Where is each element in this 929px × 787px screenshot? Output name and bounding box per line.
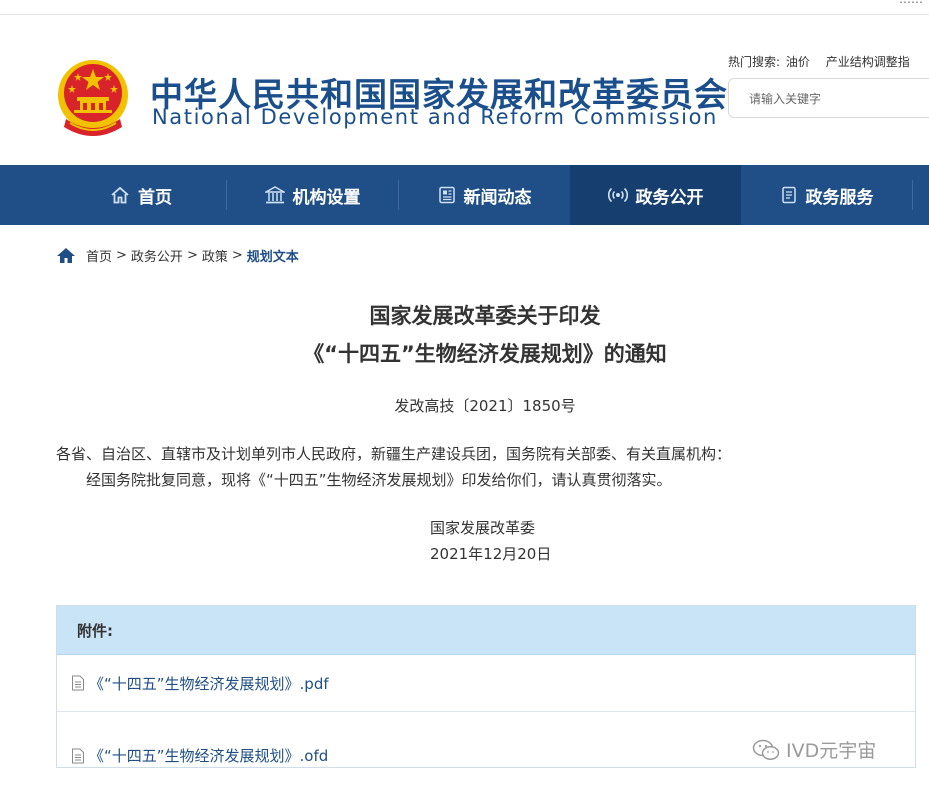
article-signer: 国家发展改革委 <box>430 519 536 537</box>
newspaper-icon <box>438 186 455 204</box>
file-icon <box>72 675 84 691</box>
attachment-ofd-link[interactable]: 《“十四五”生物经济发展规划》.ofd <box>89 745 328 766</box>
article-date: 2021年12月20日 <box>430 545 552 563</box>
nav-item-label: 政务公开 <box>635 187 704 208</box>
article-title-line1: 国家发展改革委关于印发 <box>369 304 601 328</box>
nav-divider <box>912 180 913 210</box>
breadcrumb: 首页 > 政务公开 > 政策 > 规划文本 <box>56 246 299 265</box>
breadcrumb-current[interactable]: 规划文本 <box>247 246 299 265</box>
nav-item-news[interactable]: 新闻动态 <box>399 165 570 225</box>
breadcrumb-link-government-affairs[interactable]: 政务公开 <box>131 246 183 265</box>
article-title-line2: 《“十四五”生物经济发展规划》的通知 <box>303 342 667 366</box>
nav-item-label: 首页 <box>138 187 172 208</box>
home-icon[interactable] <box>56 247 76 264</box>
file-icon <box>72 748 84 763</box>
hot-search: 热门搜索: 油价 产业结构调整指 <box>728 53 929 70</box>
article-body: 经国务院批复同意，现将《“十四五”生物经济发展规划》印发给你们，请认真贯彻落实。 <box>86 471 672 489</box>
watermark-text: IVD元宇宙 <box>786 740 877 762</box>
nav-item-label: 政务服务 <box>805 187 874 208</box>
home-outline-icon <box>111 186 129 204</box>
wechat-icon <box>752 739 780 760</box>
broadcast-icon <box>607 187 628 203</box>
nav-item-label: 机构设置 <box>292 187 361 208</box>
hot-keyword-link[interactable]: 油价 <box>786 55 810 69</box>
hot-keyword-link[interactable]: 产业结构调整指 <box>826 55 910 69</box>
site-title-english: National Development and Reform Commissi… <box>152 105 718 129</box>
nav-item-label: 新闻动态 <box>463 187 532 208</box>
main-nav: 首页 机构设置 新闻动态 政务公开 政务服务 <box>0 165 929 225</box>
national-emblem-icon <box>56 57 130 139</box>
top-divider <box>0 14 929 15</box>
document-number: 发改高技〔2021〕1850号 <box>394 397 576 415</box>
attachment-pdf-link[interactable]: 《“十四五”生物经济发展规划》.pdf <box>89 673 329 694</box>
attachment-row: 《“十四五”生物经济发展规划》.pdf <box>57 655 915 712</box>
nav-item-services[interactable]: 政务服务 <box>741 165 912 225</box>
breadcrumb-separator: > <box>116 248 127 263</box>
nav-item-home[interactable]: 首页 <box>56 165 226 225</box>
hot-search-label: 热门搜索: <box>728 55 781 69</box>
article-addressees: 各省、自治区、直辖市及计划单列市人民政府，新疆生产建设兵团，国务院有关部委、有关… <box>56 445 732 463</box>
breadcrumb-link-policy[interactable]: 政策 <box>202 246 228 265</box>
search-input[interactable] <box>729 79 929 119</box>
watermark: IVD元宇宙 <box>752 736 876 763</box>
attachments-heading: 附件: <box>57 606 915 655</box>
search-box <box>728 78 929 119</box>
breadcrumb-separator: > <box>231 248 243 263</box>
nav-item-organization[interactable]: 机构设置 <box>227 165 398 225</box>
breadcrumb-link-home[interactable]: 首页 <box>86 246 112 265</box>
top-links[interactable]: …… <box>899 0 923 6</box>
building-icon <box>264 186 285 204</box>
nav-item-government-affairs[interactable]: 政务公开 <box>570 165 741 225</box>
document-icon <box>781 186 796 204</box>
breadcrumb-separator: > <box>186 248 198 263</box>
